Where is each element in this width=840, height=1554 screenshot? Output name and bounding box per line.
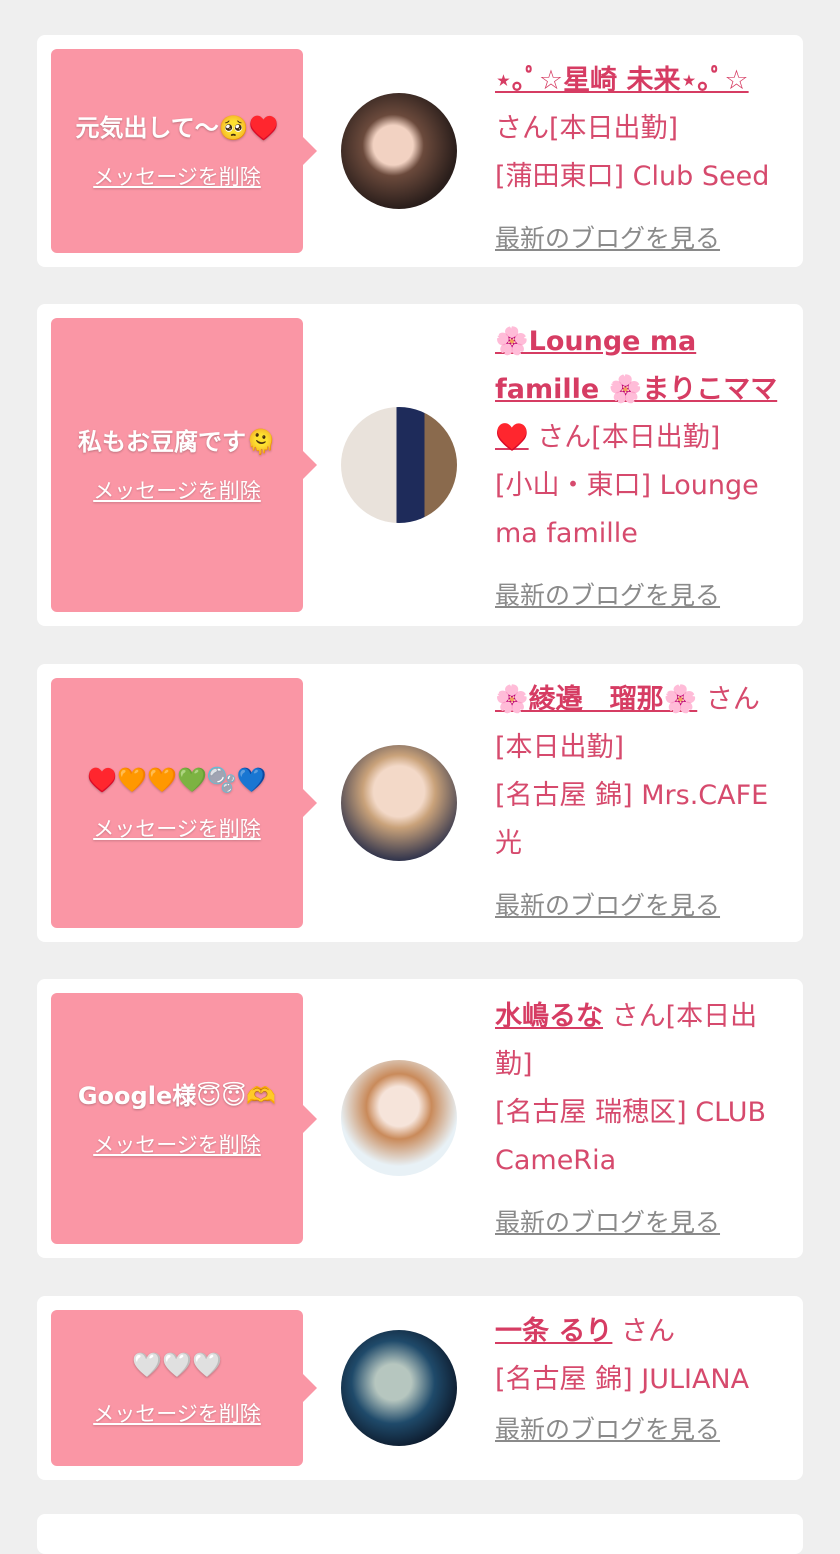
host-status: さん[本日出勤]: [537, 422, 721, 453]
delete-message-link[interactable]: メッセージを削除: [93, 813, 261, 843]
avatar[interactable]: [341, 1330, 457, 1446]
host-name-link[interactable]: 一条 るり: [495, 1316, 612, 1347]
host-status: さん[本日出勤]: [495, 113, 679, 144]
latest-blog-link[interactable]: 最新のブログを見る: [495, 1406, 787, 1454]
message-card: 元気出して〜🥺♥️ メッセージを削除 ⋆｡ﾟ☆星崎 未来⋆｡ﾟ☆ さん[本日出勤…: [37, 35, 803, 267]
host-info: 🌸Lounge ma famille 🌸まりこママ♥️ さん[本日出勤] [小山…: [495, 318, 787, 620]
store-name: [蒲田東口] Club Seed: [495, 161, 770, 192]
avatar[interactable]: [341, 1060, 457, 1176]
host-info: 一条 るり さん [名古屋 錦] JULIANA 最新のブログを見る: [495, 1308, 787, 1454]
latest-blog-link[interactable]: 最新のブログを見る: [495, 882, 787, 930]
store-name: [小山・東口] Lounge ma famille: [495, 470, 759, 549]
message-card: ♥️🧡🧡💚🫧💙 メッセージを削除 🌸綾邉 瑠那🌸 さん[本日出勤] [名古屋 錦…: [37, 664, 803, 942]
message-card: Google様😇😇🫶 メッセージを削除 水嶋るな さん[本日出勤] [名古屋 瑞…: [37, 979, 803, 1258]
message-bubble: 私もお豆腐です🫠 メッセージを削除: [51, 318, 317, 612]
message-bubble: ♥️🧡🧡💚🫧💙 メッセージを削除: [51, 678, 317, 928]
latest-blog-link[interactable]: 最新のブログを見る: [495, 572, 787, 620]
host-name-link[interactable]: ⋆｡ﾟ☆星崎 未来⋆｡ﾟ☆: [495, 65, 749, 96]
latest-blog-link[interactable]: 最新のブログを見る: [495, 215, 787, 263]
message-text: ♥️🧡🧡💚🫧💙: [87, 766, 267, 794]
avatar[interactable]: [341, 407, 457, 523]
latest-blog-link[interactable]: 最新のブログを見る: [495, 1199, 787, 1247]
delete-message-link[interactable]: メッセージを削除: [93, 1398, 261, 1428]
message-text: 元気出して〜🥺♥️: [75, 114, 279, 142]
message-bubble: Google様😇😇🫶 メッセージを削除: [51, 993, 317, 1244]
avatar[interactable]: [341, 93, 457, 209]
message-text: 私もお豆腐です🫠: [78, 428, 276, 456]
delete-message-link[interactable]: メッセージを削除: [93, 475, 261, 505]
message-text: Google様😇😇🫶: [77, 1081, 277, 1110]
avatar[interactable]: [341, 745, 457, 861]
host-status: さん: [621, 1316, 675, 1347]
store-name: [名古屋 錦] Mrs.CAFE 光: [495, 780, 769, 859]
message-card: 🤍🤍🤍 メッセージを削除 一条 るり さん [名古屋 錦] JULIANA 最新…: [37, 1296, 803, 1480]
host-info: 🌸綾邉 瑠那🌸 さん[本日出勤] [名古屋 錦] Mrs.CAFE 光 最新のブ…: [495, 676, 787, 930]
delete-message-link[interactable]: メッセージを削除: [93, 1129, 261, 1159]
message-card-partial: [37, 1514, 803, 1554]
store-name: [名古屋 瑞穂区] CLUB CameRia: [495, 1097, 767, 1176]
message-bubble: 🤍🤍🤍 メッセージを削除: [51, 1310, 317, 1466]
host-info: 水嶋るな さん[本日出勤] [名古屋 瑞穂区] CLUB CameRia 最新の…: [495, 993, 787, 1247]
host-name-link[interactable]: 水嶋るな: [495, 1001, 603, 1032]
host-name-link[interactable]: 🌸綾邉 瑠那🌸: [495, 684, 697, 715]
store-name: [名古屋 錦] JULIANA: [495, 1364, 750, 1395]
message-card: 私もお豆腐です🫠 メッセージを削除 🌸Lounge ma famille 🌸まり…: [37, 304, 803, 626]
delete-message-link[interactable]: メッセージを削除: [93, 161, 261, 191]
host-info: ⋆｡ﾟ☆星崎 未来⋆｡ﾟ☆ さん[本日出勤] [蒲田東口] Club Seed …: [495, 57, 787, 263]
message-bubble: 元気出して〜🥺♥️ メッセージを削除: [51, 49, 317, 253]
message-text: 🤍🤍🤍: [132, 1351, 222, 1379]
